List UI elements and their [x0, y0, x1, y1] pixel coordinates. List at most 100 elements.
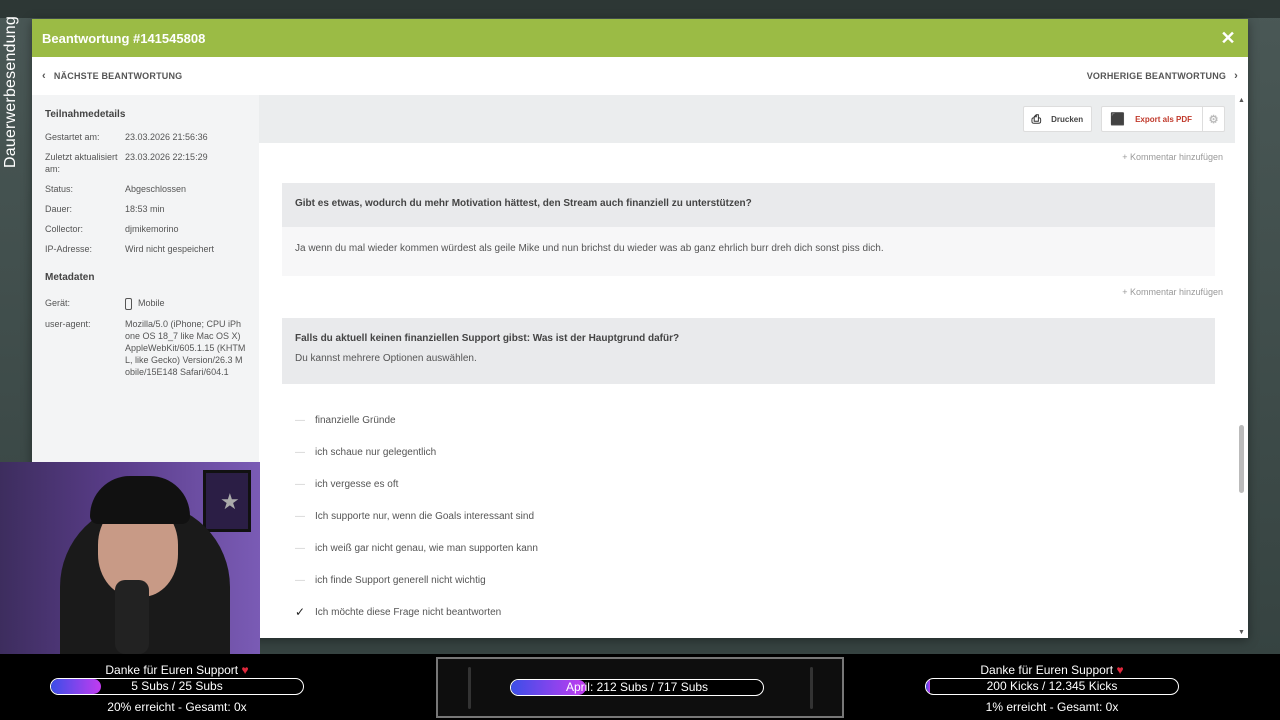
goal-title-row: Danke für Euren Support ♥: [50, 663, 304, 678]
dash-icon: —: [295, 510, 305, 522]
goal-status: 20% erreicht - Gesamt: 0x: [107, 700, 247, 714]
detail-value: djmikemorino: [125, 224, 179, 234]
print-button[interactable]: ⎙ Drucken: [1022, 106, 1093, 132]
list-item: — ich finde Support generell nicht wichti…: [295, 564, 1202, 596]
option-label: ich schaue nur gelegentlich: [315, 446, 437, 458]
close-icon[interactable]: ✕: [1218, 28, 1238, 49]
goal-title-row: Danke für Euren Support ♥: [925, 663, 1179, 678]
monthly-progress-text: April: 212 Subs / 717 Subs: [565, 680, 709, 694]
microphone: [115, 580, 149, 654]
detail-key: Gestartet am:: [45, 132, 100, 142]
scroll-up-icon[interactable]: ▲: [1238, 97, 1245, 104]
dash-icon: —: [295, 478, 305, 490]
dash-icon: —: [295, 542, 305, 554]
add-comment-link[interactable]: + Kommentar hinzufügen: [259, 287, 1235, 297]
response-main: ⎙ Drucken ⬛ Export als PDF ⚙ + Kommentar…: [259, 95, 1235, 638]
gear-icon[interactable]: ⚙: [1202, 107, 1224, 131]
list-item: — finanzielle Gründe: [295, 404, 1202, 436]
detail-key: IP-Adresse:: [45, 244, 93, 254]
response-nav: ‹ NÄCHSTE BEANTWORTUNG VORHERIGE BEANTWO…: [32, 57, 1248, 95]
detail-row: Zuletzt aktualisiert am: 23.03.2026 22:15…: [45, 151, 246, 175]
goal-status: 1% erreicht - Gesamt: 0x: [985, 700, 1119, 714]
details-heading: Teilnahmedetails: [45, 109, 126, 120]
user-agent-key: user-agent:: [45, 318, 91, 329]
monthly-progress-bar: April: 212 Subs / 717 Subs: [510, 679, 764, 696]
user-agent-row: user-agent: Mozilla/5.0 (iPhone; CPU iPh…: [45, 318, 246, 378]
device-row: Gerät: Mobile: [45, 297, 246, 310]
export-pdf-button[interactable]: ⬛ Export als PDF ⚙: [1101, 106, 1225, 132]
answer-text: Ja wenn du mal wieder kommen würdest als…: [282, 227, 1215, 276]
dash-icon: —: [295, 574, 305, 586]
goal-title: Danke für Euren Support: [105, 663, 239, 677]
goal-title: Danke für Euren Support: [980, 663, 1114, 677]
pdf-icon: ⬛: [1110, 112, 1126, 126]
wall-picture-frame: ★: [203, 470, 251, 532]
goal-progress-bar: 5 Subs / 25 Subs: [50, 678, 304, 695]
detail-row: Gestartet am: 23.03.2026 21:56:36: [45, 131, 246, 143]
metadata-heading: Metadaten: [45, 272, 95, 283]
smartphone-icon: [125, 297, 132, 310]
scroll-down-icon[interactable]: ▼: [1238, 629, 1245, 636]
detail-value: Abgeschlossen: [125, 184, 187, 194]
dash-icon: —: [295, 414, 305, 426]
modal-title: Beantwortung #141545808: [42, 30, 206, 46]
print-label: Drucken: [1051, 114, 1084, 124]
dash-icon: —: [295, 446, 305, 458]
scrollbar-thumb[interactable]: [1239, 425, 1244, 493]
decorative-bar: [468, 667, 471, 709]
answer-options: — finanzielle Gründe — ich schaue nur gele…: [282, 384, 1215, 628]
right-goal: Danke für Euren Support ♥ 200 Kicks / 12…: [925, 654, 1179, 714]
goal-progress-text: 200 Kicks / 12.345 Kicks: [986, 679, 1118, 693]
detail-row: Collector: djmikemorino: [45, 223, 246, 235]
detail-row: IP-Adresse: Wird nicht gespeichert: [45, 243, 246, 255]
list-item: ✓ Ich möchte diese Frage nicht beantworte…: [295, 596, 1202, 628]
chevron-left-icon: ‹: [42, 70, 46, 82]
export-pdf-label: Export als PDF: [1135, 114, 1192, 124]
checkmark-icon: ✓: [295, 605, 306, 619]
detail-value: 18:53 min: [125, 204, 165, 214]
chevron-right-icon: ›: [1234, 70, 1238, 82]
heart-icon: ♥: [1116, 663, 1124, 677]
list-item: — Ich supporte nur, wenn die Goals intere…: [295, 500, 1202, 532]
list-item: — ich vergesse es oft: [295, 468, 1202, 500]
goal-progress-text: 5 Subs / 25 Subs: [131, 679, 223, 693]
heart-icon: ♥: [241, 663, 249, 677]
side-label: Dauerwerbesendung: [2, 16, 19, 168]
detail-row: Status: Abgeschlossen: [45, 183, 246, 195]
option-label: Ich möchte diese Frage nicht beantworten: [315, 606, 502, 618]
device-key: Gerät:: [45, 298, 71, 308]
list-item: — ich weiß gar nicht genau, wie man suppo…: [295, 532, 1202, 564]
detail-key: Status:: [45, 184, 74, 194]
decorative-bar: [810, 667, 813, 709]
question-hint: Du kannst mehrere Optionen auswählen.: [295, 353, 477, 364]
device-value: Mobile: [138, 298, 165, 308]
option-label: ich weiß gar nicht genau, wie man suppor…: [315, 542, 538, 554]
scrollbar[interactable]: ▲ ▼: [1235, 95, 1248, 638]
list-item: — ich schaue nur gelegentlich: [295, 436, 1202, 468]
previous-response-link[interactable]: VORHERIGE BEANTWORTUNG ›: [1087, 70, 1238, 82]
webcam-overlay: ★: [0, 462, 260, 654]
option-label: Ich supporte nur, wenn die Goals interes…: [315, 510, 535, 522]
modal-header: Beantwortung #141545808 ✕: [32, 19, 1248, 57]
option-label: ich vergesse es oft: [315, 478, 399, 490]
response-toolbar: ⎙ Drucken ⬛ Export als PDF ⚙: [259, 95, 1235, 143]
detail-value: Wird nicht gespeichert: [125, 244, 215, 254]
star-icon: ★: [220, 489, 240, 514]
goal-progress-bar: 200 Kicks / 12.345 Kicks: [925, 678, 1179, 695]
question-title: Falls du aktuell keinen finanziellen Sup…: [295, 333, 680, 344]
next-response-link[interactable]: ‹ NÄCHSTE BEANTWORTUNG: [42, 70, 182, 82]
next-response-label: NÄCHSTE BEANTWORTUNG: [53, 71, 183, 81]
add-comment-link[interactable]: + Kommentar hinzufügen: [259, 152, 1235, 162]
question-block: Falls du aktuell keinen finanziellen Sup…: [282, 318, 1215, 384]
monthly-goal-box: April: 212 Subs / 717 Subs: [436, 657, 844, 718]
background-topbar: [0, 0, 1280, 18]
detail-key: Dauer:: [45, 204, 73, 214]
printer-icon: ⎙: [1031, 111, 1042, 126]
detail-row: Dauer: 18:53 min: [45, 203, 246, 215]
question-title: Gibt es etwas, wodurch du mehr Motivatio…: [282, 183, 1215, 227]
stream-goal-bar: Danke für Euren Support ♥ 5 Subs / 25 Su…: [0, 654, 1280, 720]
user-agent-value: Mozilla/5.0 (iPhone; CPU iPhone OS 18_7 …: [125, 318, 246, 377]
detail-value: 23.03.2026 22:15:29: [125, 152, 208, 162]
detail-value: 23.03.2026 21:56:36: [125, 132, 208, 142]
option-label: finanzielle Gründe: [315, 414, 396, 426]
